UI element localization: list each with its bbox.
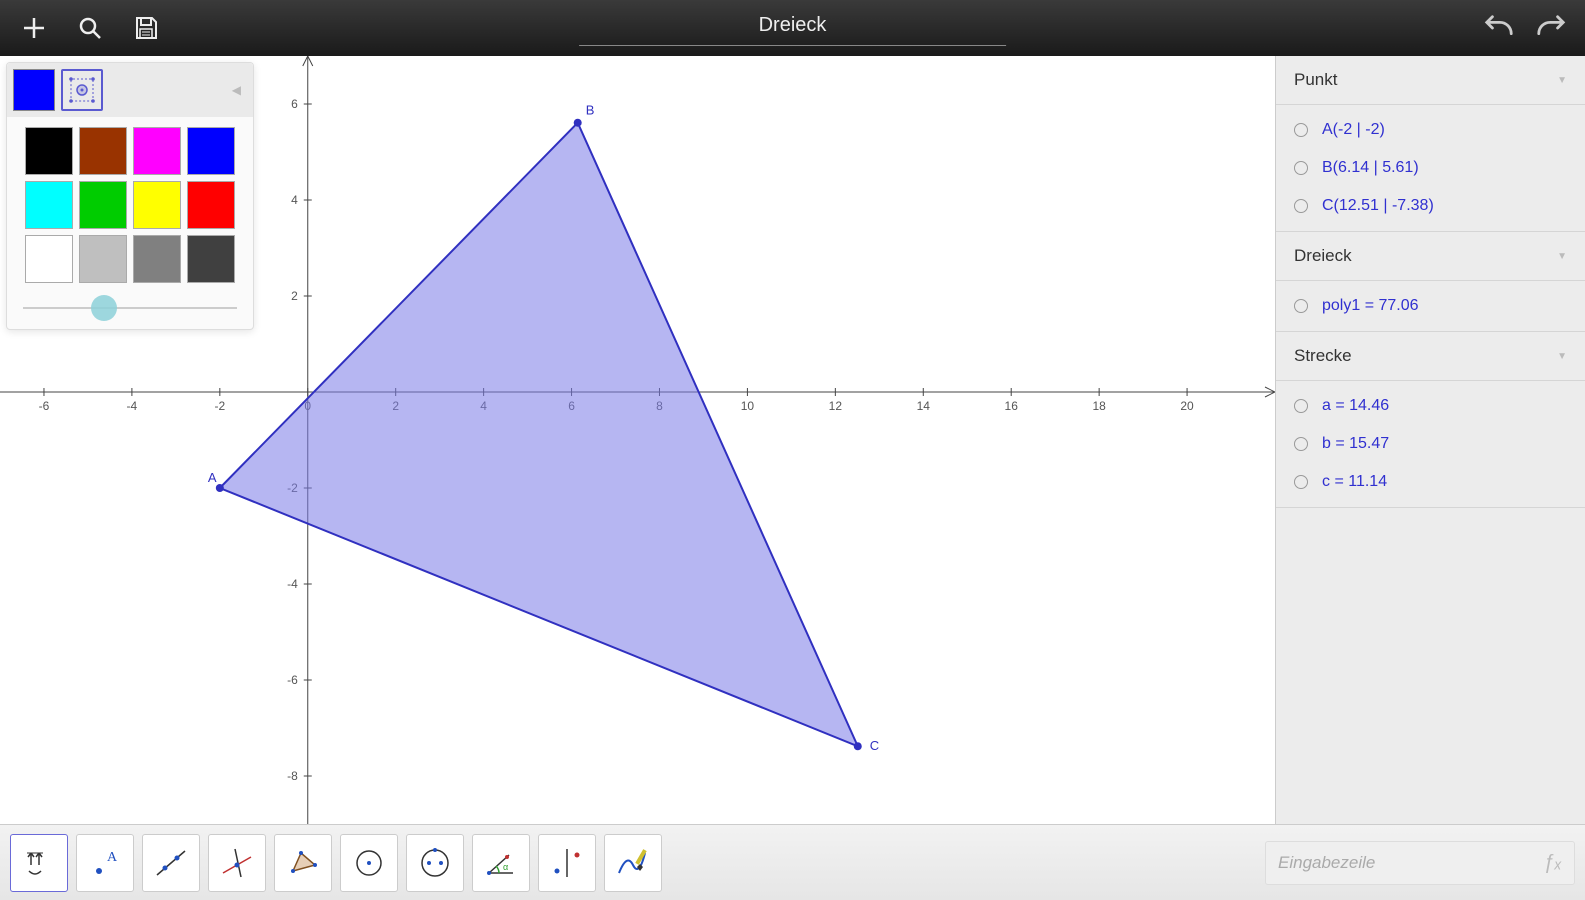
tool-ellipse[interactable] — [406, 834, 464, 892]
visibility-toggle[interactable] — [1294, 399, 1308, 413]
item-list: A(-2 | -2) B(6.14 | 5.61) C(12.51 | -7.38) — [1276, 105, 1585, 232]
item-list: poly1 = 77.06 — [1276, 281, 1585, 332]
visibility-toggle[interactable] — [1294, 475, 1308, 489]
color-swatch[interactable] — [133, 235, 181, 283]
style-panel: ◀ — [6, 62, 254, 330]
svg-text:-4: -4 — [127, 399, 138, 413]
svg-text:2: 2 — [291, 289, 298, 303]
undo-icon[interactable] — [1483, 12, 1515, 44]
item-label: b = 15.47 — [1322, 435, 1389, 453]
fx-icon[interactable]: ƒₓ — [1543, 851, 1562, 874]
color-swatch[interactable] — [25, 181, 73, 229]
svg-text:4: 4 — [291, 193, 298, 207]
topbar-right — [1483, 12, 1585, 44]
color-swatch[interactable] — [133, 181, 181, 229]
svg-text:6: 6 — [291, 97, 298, 111]
sidebar-collapse-button[interactable]: ▶ — [1275, 56, 1276, 112]
visibility-toggle[interactable] — [1294, 161, 1308, 175]
svg-text:α: α — [503, 862, 508, 872]
page-title[interactable]: Dreieck — [579, 10, 1007, 46]
algebra-item[interactable]: b = 15.47 — [1276, 425, 1585, 463]
svg-text:-2: -2 — [214, 399, 225, 413]
input-line[interactable]: Eingabezeile ƒₓ — [1265, 841, 1575, 885]
color-swatch[interactable] — [25, 235, 73, 283]
main: -6-4-202468101214161820-8-6-4-2246ABC ◀ — [0, 56, 1585, 824]
tool-point[interactable]: A — [76, 834, 134, 892]
tool-reflect[interactable] — [538, 834, 596, 892]
svg-text:20: 20 — [1180, 399, 1194, 413]
topbar-left — [0, 12, 162, 44]
item-label: poly1 = 77.06 — [1322, 297, 1419, 315]
svg-text:14: 14 — [917, 399, 931, 413]
visibility-toggle[interactable] — [1294, 437, 1308, 451]
algebra-item[interactable]: A(-2 | -2) — [1276, 111, 1585, 149]
svg-text:A: A — [208, 470, 217, 485]
color-swatch[interactable] — [79, 127, 127, 175]
section-header[interactable]: Punkt▼ — [1276, 56, 1585, 105]
color-swatch[interactable] — [79, 181, 127, 229]
svg-text:18: 18 — [1092, 399, 1106, 413]
visibility-toggle[interactable] — [1294, 299, 1308, 313]
item-label: a = 14.46 — [1322, 397, 1389, 415]
color-swatch[interactable] — [25, 127, 73, 175]
chevron-left-icon[interactable]: ◀ — [232, 83, 247, 97]
section-header[interactable]: Strecke▼ — [1276, 332, 1585, 381]
tool-line[interactable] — [142, 834, 200, 892]
current-color-swatch[interactable] — [13, 69, 55, 111]
opacity-slider[interactable] — [23, 307, 237, 309]
svg-text:12: 12 — [829, 399, 843, 413]
tool-perpendicular[interactable] — [208, 834, 266, 892]
search-icon[interactable] — [74, 12, 106, 44]
svg-text:C: C — [870, 738, 879, 753]
input-placeholder: Eingabezeile — [1278, 853, 1375, 873]
algebra-item[interactable]: c = 11.14 — [1276, 463, 1585, 501]
add-icon[interactable] — [18, 12, 50, 44]
svg-text:A: A — [107, 850, 118, 865]
color-swatch[interactable] — [187, 235, 235, 283]
section-header[interactable]: Dreieck▼ — [1276, 232, 1585, 281]
topbar: Dreieck — [0, 0, 1585, 56]
graph-canvas[interactable]: -6-4-202468101214161820-8-6-4-2246ABC ◀ — [0, 56, 1275, 824]
color-swatch[interactable] — [187, 181, 235, 229]
color-swatch[interactable] — [187, 127, 235, 175]
style-settings-button[interactable] — [61, 69, 103, 111]
redo-icon[interactable] — [1535, 12, 1567, 44]
visibility-toggle[interactable] — [1294, 123, 1308, 137]
svg-text:16: 16 — [1005, 399, 1019, 413]
svg-text:-6: -6 — [287, 673, 298, 687]
algebra-item[interactable]: C(12.51 | -7.38) — [1276, 187, 1585, 225]
algebra-item[interactable]: B(6.14 | 5.61) — [1276, 149, 1585, 187]
tool-move[interactable] — [10, 834, 68, 892]
item-label: c = 11.14 — [1322, 473, 1387, 491]
tool-angle[interactable]: α — [472, 834, 530, 892]
chevron-down-icon: ▼ — [1557, 251, 1567, 262]
algebra-item[interactable]: a = 14.46 — [1276, 387, 1585, 425]
svg-text:B: B — [586, 103, 595, 118]
bottom-toolbar: A α Eingabezeile ƒₓ — [0, 824, 1585, 900]
item-list: a = 14.46 b = 15.47 c = 11.14 — [1276, 381, 1585, 508]
svg-text:10: 10 — [741, 399, 755, 413]
opacity-slider-thumb[interactable] — [91, 295, 117, 321]
tool-polygon[interactable] — [274, 834, 332, 892]
chevron-down-icon: ▼ — [1557, 75, 1567, 86]
visibility-toggle[interactable] — [1294, 199, 1308, 213]
tool-freehand[interactable] — [604, 834, 662, 892]
item-label: A(-2 | -2) — [1322, 121, 1385, 139]
color-swatch[interactable] — [79, 235, 127, 283]
item-label: C(12.51 | -7.38) — [1322, 197, 1434, 215]
opacity-slider-row — [7, 293, 253, 329]
algebra-sidebar: ▶ Punkt▼ A(-2 | -2) B(6.14 | 5.61) C(12.51 … — [1275, 56, 1585, 824]
save-icon[interactable] — [130, 12, 162, 44]
color-swatch[interactable] — [133, 127, 181, 175]
style-panel-header: ◀ — [7, 63, 253, 117]
svg-text:-8: -8 — [287, 769, 298, 783]
color-grid — [7, 117, 253, 293]
svg-text:-6: -6 — [39, 399, 50, 413]
svg-text:-4: -4 — [287, 577, 298, 591]
tool-circle[interactable] — [340, 834, 398, 892]
chevron-down-icon: ▼ — [1557, 351, 1567, 362]
algebra-item[interactable]: poly1 = 77.06 — [1276, 287, 1585, 325]
item-label: B(6.14 | 5.61) — [1322, 159, 1419, 177]
